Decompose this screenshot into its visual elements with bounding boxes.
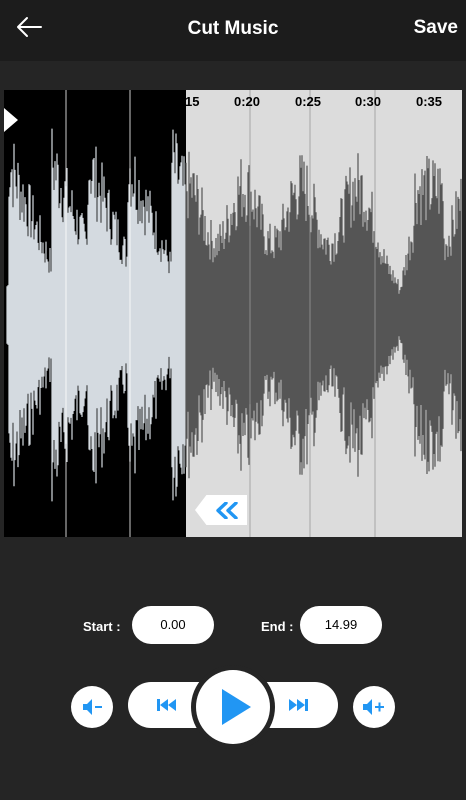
timeline-label: 0:25 <box>295 94 322 109</box>
play-icon <box>222 689 251 725</box>
volume-up-icon <box>363 699 384 715</box>
start-time-field[interactable]: 0.00 <box>132 606 214 644</box>
unselected-waveform <box>185 151 462 479</box>
start-marker-handle[interactable] <box>4 108 18 132</box>
timeline-label: 0:20 <box>234 94 261 109</box>
page-title: Cut Music <box>187 18 279 39</box>
waveform-editor[interactable]: 15 0:20 0:25 0:30 0:35 <box>4 90 462 537</box>
save-button[interactable]: Save <box>414 17 458 39</box>
start-label: Start : <box>83 619 121 634</box>
volume-up-button[interactable] <box>353 686 395 728</box>
volume-down-button[interactable] <box>71 686 113 728</box>
timeline-label: 15 <box>185 94 200 109</box>
timeline-label: 0:35 <box>416 94 443 109</box>
volume-down-icon <box>83 699 102 715</box>
top-bar: Cut Music Save <box>0 0 466 61</box>
end-time-field[interactable]: 14.99 <box>300 606 382 644</box>
timeline-label: 0:30 <box>355 94 382 109</box>
play-button[interactable] <box>196 670 270 744</box>
selected-waveform <box>6 128 186 502</box>
double-chevron-left-icon <box>216 502 238 519</box>
waveform <box>6 90 462 537</box>
end-label: End : <box>261 619 294 634</box>
